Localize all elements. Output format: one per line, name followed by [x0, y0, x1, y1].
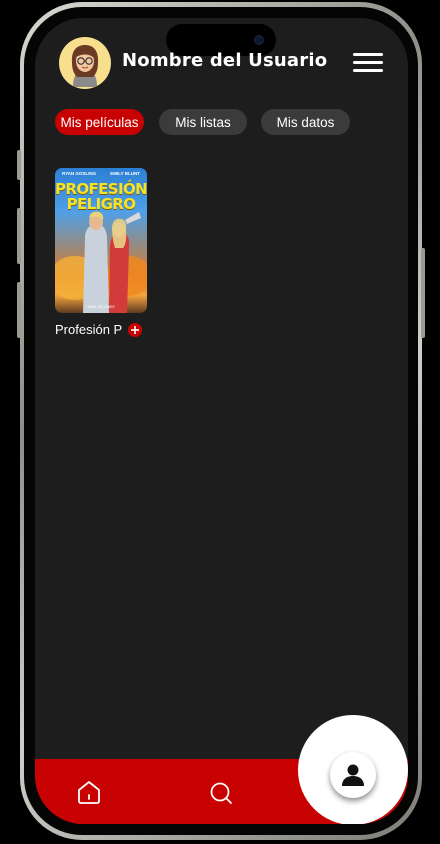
avatar[interactable] [59, 37, 111, 89]
power-button [421, 248, 425, 338]
camera-icon [254, 35, 264, 45]
movie-title: Profesión P [55, 322, 123, 337]
search-icon[interactable] [207, 779, 235, 807]
volume-down-button [17, 282, 21, 338]
home-icon[interactable] [75, 778, 103, 806]
tab-mis-peliculas[interactable]: Mis películas [55, 109, 144, 135]
app-screen: Nombre del Usuario Mis películas Mis lis… [35, 18, 408, 824]
poster-title-line2: PELIGRO [66, 195, 136, 213]
movie-caption: Profesión P [55, 322, 147, 337]
hamburger-menu-icon[interactable] [353, 53, 383, 73]
profile-nav-button[interactable] [330, 752, 376, 798]
movie-card[interactable]: RYAN GOSLING EMILY BLUNT PROFESIÓN PELIG… [55, 168, 147, 337]
tab-bar: Mis películas Mis listas Mis datos [35, 109, 408, 135]
user-icon [342, 764, 364, 786]
action-button [17, 150, 21, 180]
poster-actor-left: RYAN GOSLING [62, 171, 97, 176]
tab-mis-listas[interactable]: Mis listas [159, 109, 247, 135]
user-name: Nombre del Usuario [122, 50, 328, 71]
poster-credit: ABRIL EN CINES [87, 305, 115, 309]
poster-actor-right: EMILY BLUNT [110, 171, 140, 176]
plus-icon[interactable] [128, 322, 143, 337]
avatar-woman-glasses-icon [71, 45, 99, 87]
volume-up-button [17, 208, 21, 264]
tab-mis-datos[interactable]: Mis datos [261, 109, 350, 135]
poster-title: PROFESIÓN PELIGRO [55, 182, 147, 212]
poster-actors: RYAN GOSLING EMILY BLUNT [55, 171, 147, 176]
movie-poster[interactable]: RYAN GOSLING EMILY BLUNT PROFESIÓN PELIG… [55, 168, 147, 313]
